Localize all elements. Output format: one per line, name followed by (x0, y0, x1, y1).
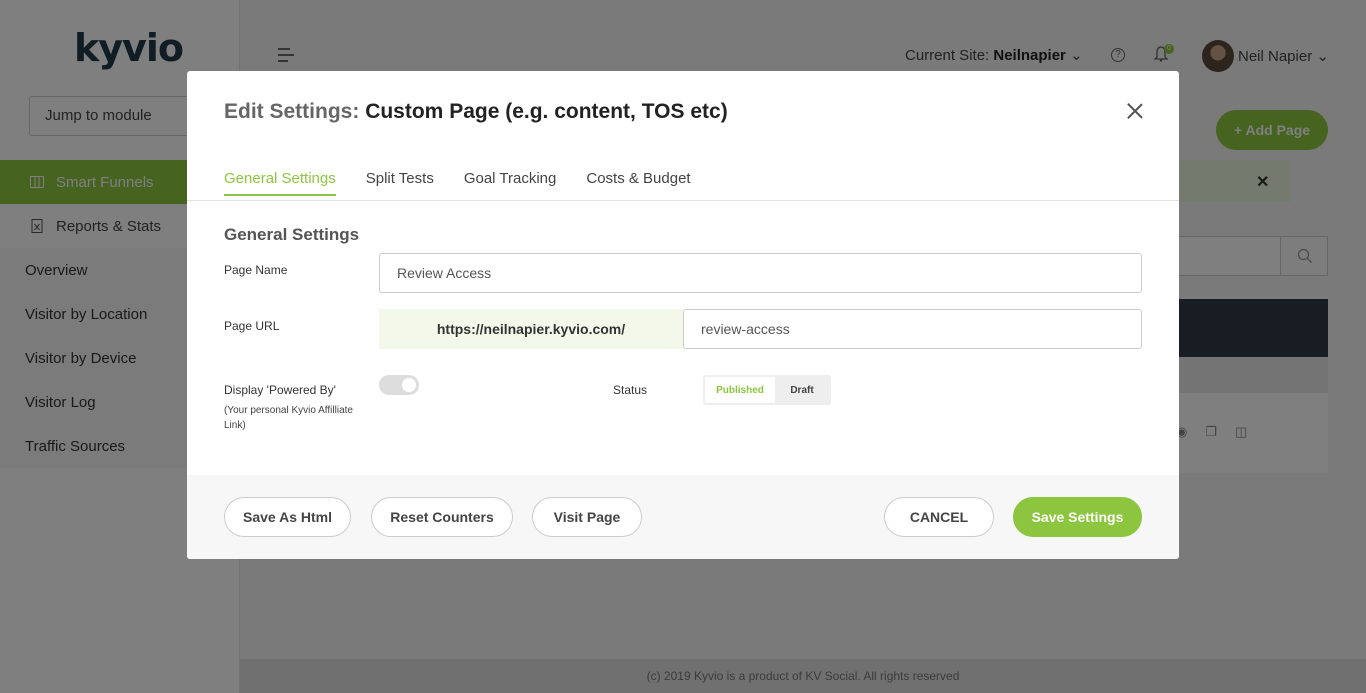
title-prefix: Edit Settings: (224, 100, 360, 123)
toggle-knob (402, 378, 416, 392)
tab-general-settings[interactable]: General Settings (224, 170, 336, 196)
reset-counters-button[interactable]: Reset Counters (371, 497, 513, 537)
close-icon[interactable] (1125, 101, 1145, 121)
edit-settings-modal: Edit Settings: Custom Page (e.g. content… (187, 71, 1179, 559)
powered-by-note: (Your personal Kyvio Affilliate Link) (224, 405, 353, 431)
page-name-label: Page Name (224, 263, 288, 277)
modal-title: Edit Settings: Custom Page (e.g. content… (224, 100, 728, 124)
save-as-html-button[interactable]: Save As Html (224, 497, 351, 537)
status-toggle: Published Draft (703, 375, 831, 405)
settings-tabs: General Settings Split Tests Goal Tracki… (224, 170, 691, 196)
tab-goal-tracking[interactable]: Goal Tracking (464, 170, 557, 196)
status-published-option[interactable]: Published (705, 377, 775, 403)
visit-page-button[interactable]: Visit Page (532, 497, 642, 537)
page-name-input[interactable]: Review Access (379, 253, 1142, 293)
section-title: General Settings (224, 225, 360, 244)
powered-by-toggle[interactable] (379, 375, 419, 395)
title-main: Custom Page (e.g. content, TOS etc) (365, 100, 728, 123)
modal-footer: Save As Html Reset Counters Visit Page C… (187, 475, 1179, 559)
page-url-label: Page URL (224, 319, 280, 333)
tab-split-tests[interactable]: Split Tests (366, 170, 434, 196)
url-prefix: https://neilnapier.kyvio.com/ (379, 309, 683, 349)
tab-divider (187, 200, 1179, 201)
powered-by-label: Display 'Powered By' (224, 383, 336, 397)
page-url-slug-input[interactable]: review-access (683, 309, 1142, 349)
status-label: Status (613, 383, 648, 397)
status-draft-option[interactable]: Draft (775, 377, 829, 403)
save-settings-button[interactable]: Save Settings (1013, 497, 1142, 537)
cancel-button[interactable]: CANCEL (884, 497, 994, 537)
tab-costs-budget[interactable]: Costs & Budget (586, 170, 690, 196)
